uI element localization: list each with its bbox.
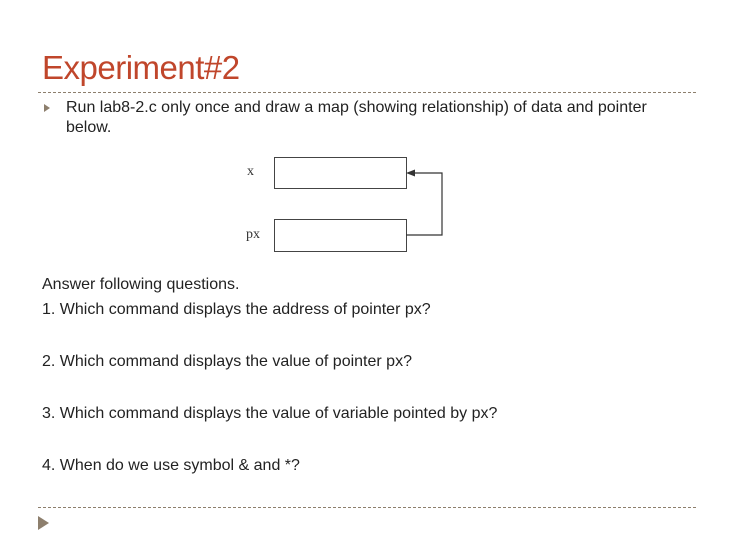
play-arrow-icon	[38, 516, 49, 530]
triangle-bullet-icon	[44, 104, 50, 112]
bullet-text: Run lab8-2.c only once and draw a map (s…	[66, 99, 647, 136]
question-1: 1. Which command displays the address of…	[42, 301, 431, 318]
title-divider	[38, 92, 696, 93]
variable-x-label: x	[247, 164, 254, 179]
question-4: 4. When do we use symbol & and *?	[42, 457, 300, 474]
variable-px-label: px	[246, 227, 260, 242]
question-3: 3. Which command displays the value of v…	[42, 405, 498, 422]
slide-title: Experiment#2	[42, 49, 240, 86]
question-2: 2. Which command displays the value of p…	[42, 353, 412, 370]
answer-intro: Answer following questions.	[42, 276, 240, 293]
variable-px-box	[274, 219, 407, 252]
footer-divider	[38, 507, 696, 508]
variable-x-box	[274, 157, 407, 189]
